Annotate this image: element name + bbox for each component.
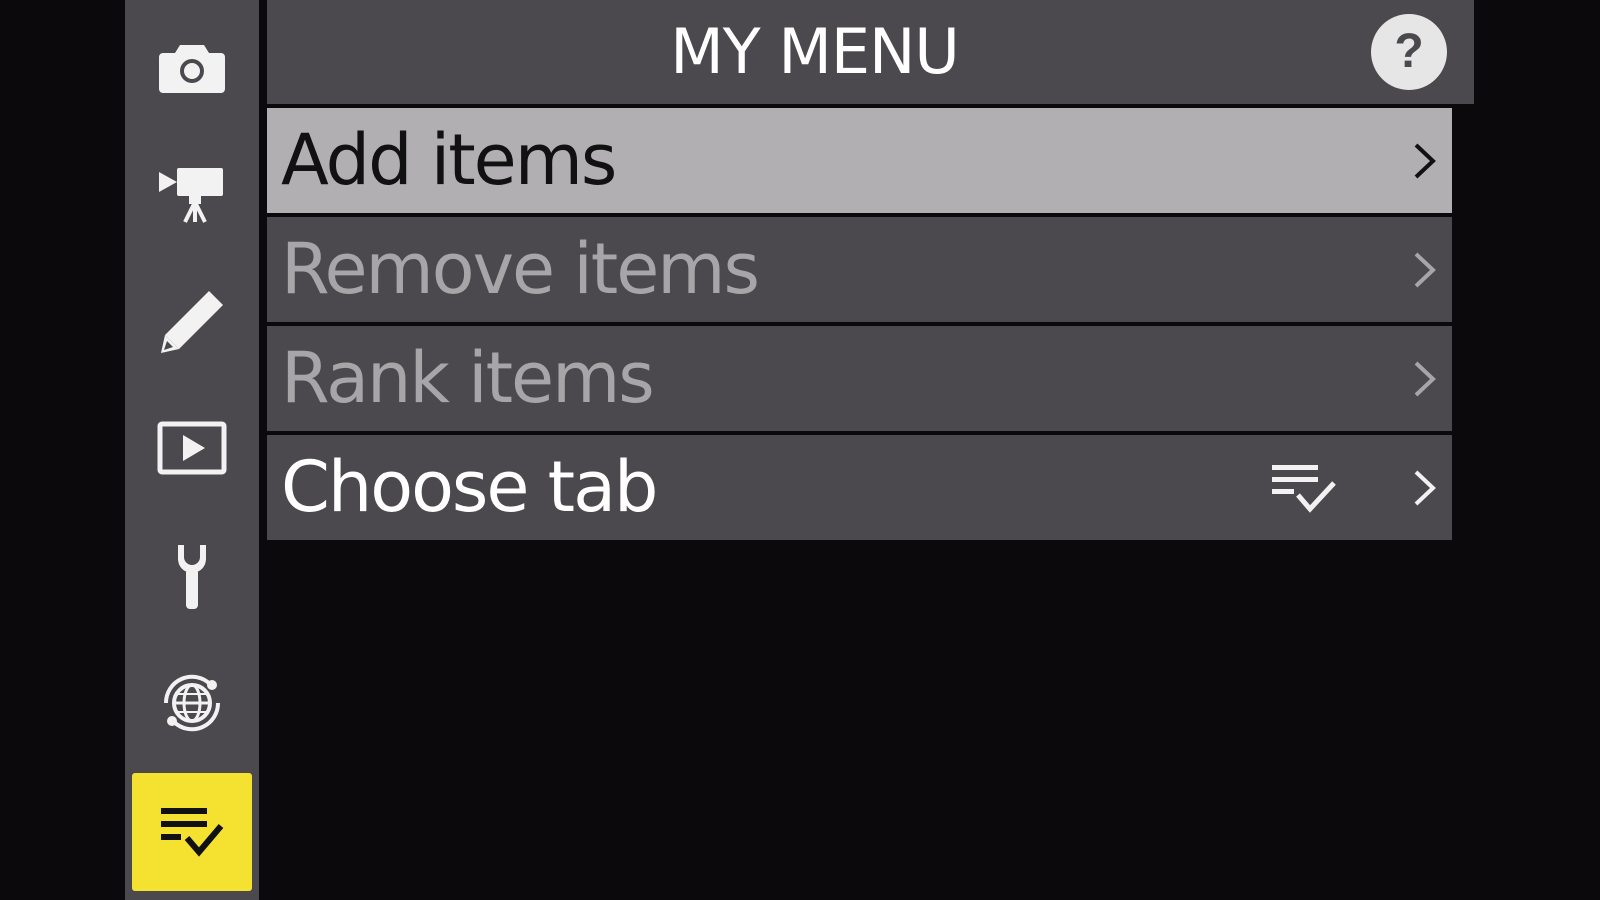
pencil-icon xyxy=(159,289,225,355)
page-title: MY MENU xyxy=(670,15,960,88)
tab-my-menu[interactable] xyxy=(132,773,252,891)
network-globe-icon xyxy=(156,667,228,739)
tab-network-menu[interactable] xyxy=(125,643,259,763)
menu-tab-strip xyxy=(125,0,259,900)
menu-item-remove-items[interactable]: Remove items xyxy=(267,217,1452,322)
camera-icon xyxy=(158,41,226,95)
menu-list: Add items Remove items Rank items Choose… xyxy=(267,108,1452,544)
movie-camera-icon xyxy=(157,164,227,224)
menu-item-label: Choose tab xyxy=(281,446,658,528)
menu-item-label: Rank items xyxy=(281,337,655,419)
tab-video-recording-menu[interactable] xyxy=(125,134,259,254)
help-button[interactable]: ? xyxy=(1371,14,1447,90)
menu-item-rank-items[interactable]: Rank items xyxy=(267,326,1452,431)
tab-setup-menu[interactable] xyxy=(125,517,259,637)
tab-playback-menu[interactable] xyxy=(125,388,259,508)
menu-item-choose-tab[interactable]: Choose tab xyxy=(267,435,1452,540)
menu-header: MY MENU ? xyxy=(267,0,1474,104)
my-menu-icon xyxy=(159,804,225,860)
menu-item-label: Add items xyxy=(281,119,617,201)
menu-item-label: Remove items xyxy=(281,228,760,310)
camera-menu-screen: MY MENU ? Add items Remove items Rank it… xyxy=(0,0,1600,900)
tab-custom-settings-menu[interactable] xyxy=(125,262,259,382)
wrench-icon xyxy=(172,543,212,611)
menu-item-add-items[interactable]: Add items xyxy=(267,108,1452,213)
tab-photo-shooting-menu[interactable] xyxy=(125,8,259,128)
playback-icon xyxy=(157,421,227,475)
